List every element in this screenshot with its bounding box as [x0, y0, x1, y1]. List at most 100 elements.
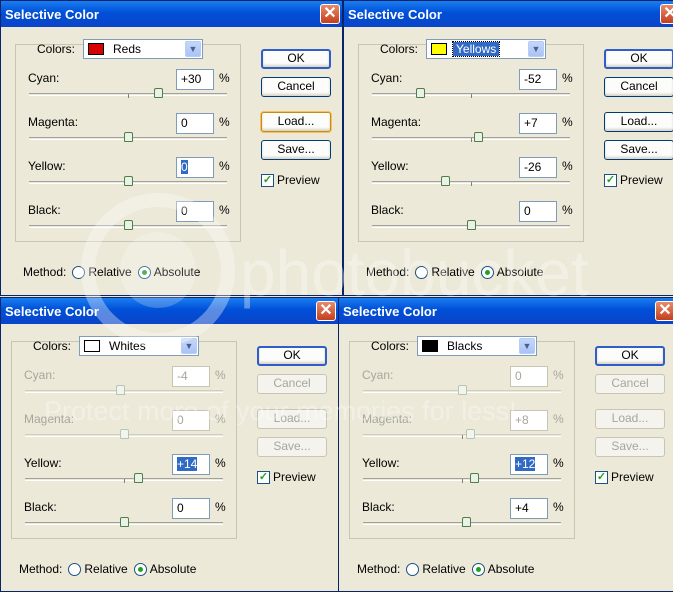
- method-absolute[interactable]: Absolute: [480, 265, 543, 279]
- slider-track[interactable]: [29, 88, 227, 98]
- absolute-radio[interactable]: [480, 265, 494, 279]
- absolute-radio[interactable]: [133, 562, 147, 576]
- preview-checkbox-row[interactable]: ✓ Preview: [595, 470, 654, 484]
- slider-value-input[interactable]: 0: [172, 410, 210, 431]
- method-relative[interactable]: Relative: [415, 265, 475, 279]
- slider-track[interactable]: [29, 132, 227, 142]
- slider-value-input[interactable]: 0: [172, 498, 210, 519]
- slider-track[interactable]: [363, 429, 561, 439]
- chevron-down-icon[interactable]: ▼: [528, 41, 545, 57]
- load-button[interactable]: Load...: [604, 112, 673, 132]
- slider-value-input[interactable]: 0: [510, 366, 548, 387]
- method-absolute[interactable]: Absolute: [137, 265, 200, 279]
- colors-dropdown[interactable]: Yellows ▼: [426, 39, 547, 59]
- slider-track[interactable]: [363, 473, 561, 483]
- save-button[interactable]: Save...: [595, 437, 665, 457]
- colors-dropdown[interactable]: Whites ▼: [79, 336, 200, 356]
- colors-dropdown[interactable]: Reds ▼: [83, 39, 204, 59]
- chevron-down-icon[interactable]: ▼: [181, 338, 198, 354]
- close-button[interactable]: ✕: [660, 4, 673, 24]
- save-button[interactable]: Save...: [261, 140, 331, 160]
- slider-track[interactable]: [372, 132, 570, 142]
- slider-thumb[interactable]: [120, 429, 129, 439]
- slider-value-input[interactable]: 0: [519, 201, 557, 222]
- slider-thumb[interactable]: [458, 385, 467, 395]
- chevron-down-icon[interactable]: ▼: [519, 338, 536, 354]
- slider-value-input[interactable]: +8: [510, 410, 548, 431]
- slider-track[interactable]: [363, 517, 561, 527]
- slider-thumb[interactable]: [441, 176, 451, 186]
- slider-thumb[interactable]: [124, 132, 133, 142]
- ok-button[interactable]: OK: [604, 49, 673, 69]
- method-absolute[interactable]: Absolute: [471, 562, 534, 576]
- slider-value-input[interactable]: +14: [172, 454, 210, 475]
- preview-checkbox-row[interactable]: ✓ Preview: [604, 173, 663, 187]
- cancel-button[interactable]: Cancel: [257, 374, 327, 394]
- slider-track[interactable]: [29, 176, 227, 186]
- slider-value-input[interactable]: +30: [176, 69, 214, 90]
- method-relative[interactable]: Relative: [68, 562, 128, 576]
- slider-thumb[interactable]: [116, 385, 126, 395]
- relative-radio[interactable]: [72, 265, 86, 279]
- preview-checkbox-row[interactable]: ✓ Preview: [261, 173, 320, 187]
- colors-dropdown[interactable]: Blacks ▼: [417, 336, 538, 356]
- slider-thumb[interactable]: [469, 473, 479, 483]
- ok-button[interactable]: OK: [261, 49, 331, 69]
- slider-value-input[interactable]: -52: [519, 69, 557, 90]
- slider-value-input[interactable]: +4: [510, 498, 548, 519]
- slider-value-input[interactable]: +7: [519, 113, 557, 134]
- slider-thumb[interactable]: [415, 88, 425, 98]
- load-button[interactable]: Load...: [257, 409, 327, 429]
- ok-button[interactable]: OK: [595, 346, 665, 366]
- absolute-radio[interactable]: [471, 562, 485, 576]
- slider-thumb[interactable]: [124, 176, 133, 186]
- save-button[interactable]: Save...: [257, 437, 327, 457]
- title-bar[interactable]: Selective Color ✕: [1, 1, 342, 27]
- preview-checkbox[interactable]: ✓: [261, 173, 274, 187]
- slider-thumb[interactable]: [467, 220, 476, 230]
- slider-track[interactable]: [363, 385, 561, 395]
- slider-value-input[interactable]: +12: [510, 454, 548, 475]
- slider-track[interactable]: [29, 220, 227, 230]
- load-button[interactable]: Load...: [595, 409, 665, 429]
- preview-checkbox[interactable]: ✓: [595, 470, 608, 484]
- slider-thumb[interactable]: [465, 429, 475, 439]
- slider-thumb[interactable]: [473, 132, 483, 142]
- method-absolute[interactable]: Absolute: [133, 562, 196, 576]
- slider-track[interactable]: [25, 473, 223, 483]
- close-button[interactable]: ✕: [320, 4, 340, 24]
- title-bar[interactable]: Selective Color ✕: [344, 1, 673, 27]
- load-button[interactable]: Load...: [261, 112, 331, 132]
- absolute-radio[interactable]: [137, 265, 151, 279]
- save-button[interactable]: Save...: [604, 140, 673, 160]
- cancel-button[interactable]: Cancel: [604, 77, 673, 97]
- preview-checkbox-row[interactable]: ✓ Preview: [257, 470, 316, 484]
- method-relative[interactable]: Relative: [72, 265, 132, 279]
- title-bar[interactable]: Selective Color ✕: [1, 298, 338, 324]
- close-button[interactable]: ✕: [655, 301, 673, 321]
- slider-thumb[interactable]: [153, 88, 163, 98]
- relative-radio[interactable]: [415, 265, 429, 279]
- cancel-button[interactable]: Cancel: [261, 77, 331, 97]
- title-bar[interactable]: Selective Color ✕: [339, 298, 673, 324]
- preview-checkbox[interactable]: ✓: [257, 470, 270, 484]
- slider-thumb[interactable]: [120, 517, 129, 527]
- slider-thumb[interactable]: [133, 473, 143, 483]
- slider-thumb[interactable]: [124, 220, 133, 230]
- slider-value-input[interactable]: -26: [519, 157, 557, 178]
- slider-value-input[interactable]: -4: [172, 366, 210, 387]
- slider-track[interactable]: [372, 176, 570, 186]
- slider-value-input[interactable]: 0: [176, 157, 214, 178]
- slider-track[interactable]: [25, 385, 223, 395]
- cancel-button[interactable]: Cancel: [595, 374, 665, 394]
- method-relative[interactable]: Relative: [406, 562, 466, 576]
- slider-thumb[interactable]: [461, 517, 471, 527]
- slider-track[interactable]: [25, 429, 223, 439]
- relative-radio[interactable]: [406, 562, 420, 576]
- relative-radio[interactable]: [68, 562, 82, 576]
- preview-checkbox[interactable]: ✓: [604, 173, 617, 187]
- slider-track[interactable]: [372, 220, 570, 230]
- slider-track[interactable]: [25, 517, 223, 527]
- slider-value-input[interactable]: 0: [176, 113, 214, 134]
- slider-value-input[interactable]: 0: [176, 201, 214, 222]
